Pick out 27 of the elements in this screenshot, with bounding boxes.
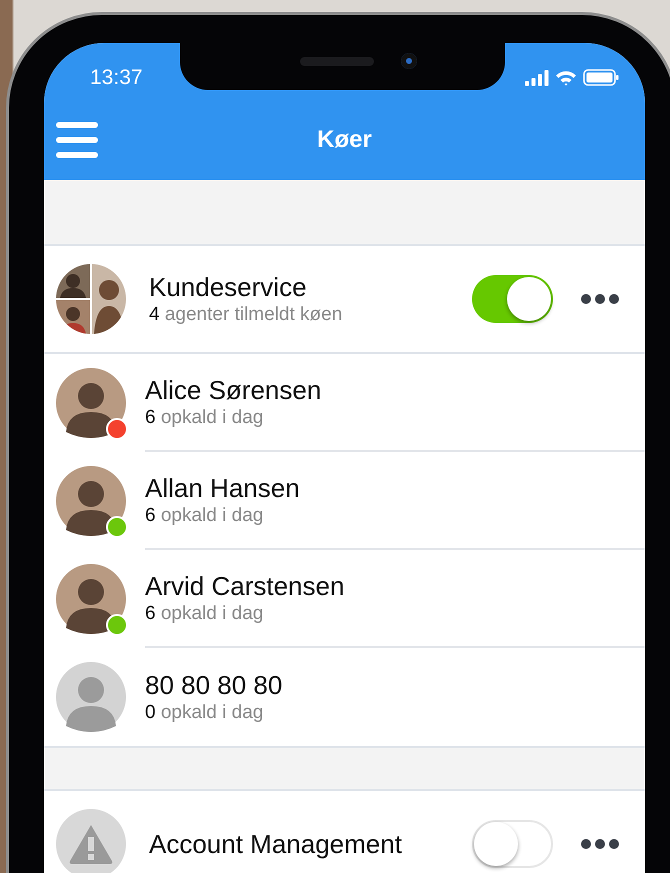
call-count: 6 opkald i dag (145, 406, 264, 430)
signal-icon (525, 70, 549, 86)
avatar (56, 662, 126, 732)
agent-count: 4 agenter tilmeldt køen (149, 303, 344, 327)
queue-toggle[interactable] (472, 275, 553, 323)
menu-icon[interactable] (56, 122, 98, 158)
group-avatar (56, 264, 126, 334)
queue-toggle[interactable] (472, 820, 553, 868)
avatar (56, 564, 126, 634)
call-count: 0 opkald i dag (145, 701, 264, 725)
queue-name: Kundeservice (149, 271, 308, 303)
battery-icon (583, 69, 619, 86)
screen-title: Køer (317, 126, 372, 154)
avatar (56, 466, 126, 536)
call-count: 6 opkald i dag (145, 504, 264, 528)
queue-name: Account Management (149, 828, 403, 860)
agent-name: Alice Sørensen (145, 374, 322, 406)
wifi-icon (555, 70, 577, 86)
avatar (56, 368, 126, 438)
agent-name: Allan Hansen (145, 472, 301, 504)
more-icon[interactable] (581, 839, 619, 849)
warning-avatar (56, 809, 126, 873)
status-time: 13:37 (90, 64, 143, 90)
agent-name: 80 80 80 80 (145, 669, 284, 701)
more-icon[interactable] (581, 294, 619, 304)
agent-name: Arvid Carstensen (145, 570, 346, 602)
call-count: 6 opkald i dag (145, 602, 264, 626)
